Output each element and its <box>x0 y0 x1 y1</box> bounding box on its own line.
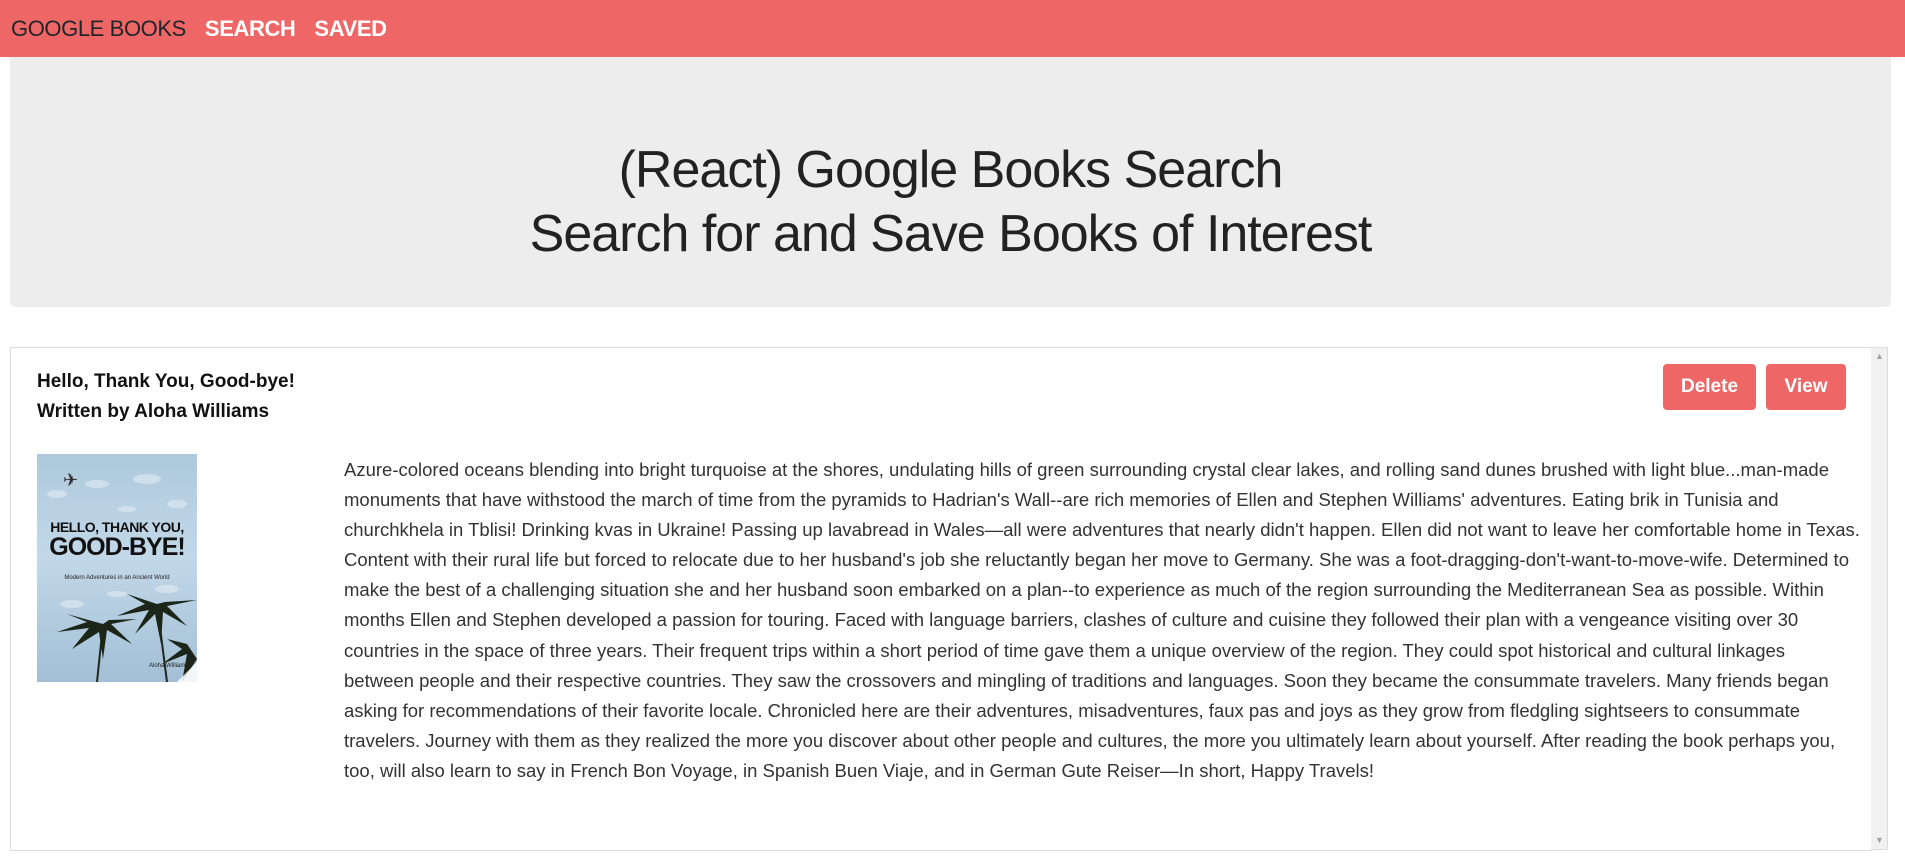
cover-title-line2: GOOD-BYE! <box>49 533 185 561</box>
cover-art <box>47 474 197 682</box>
book-author: Written by Aloha Williams <box>37 401 270 422</box>
view-button[interactable]: View <box>1766 364 1846 410</box>
book-cover-image: ✈ HELLO, THANK YOU, GOOD-BYE! Modern Adv… <box>37 454 197 682</box>
jumbotron-header: (React) Google Books Search Search for a… <box>10 57 1891 307</box>
page-title-line1: (React) Google Books Search <box>618 141 1284 199</box>
card-scrollbar[interactable]: ▲ ▼ <box>1871 347 1888 850</box>
nav-link-saved[interactable]: SAVED <box>314 16 387 42</box>
saved-book-card: Hello, Thank You, Good-bye! Written by A… <box>10 347 1872 851</box>
book-heading: Hello, Thank You, Good-bye! Written by A… <box>37 367 295 427</box>
navbar: GOOGLE BOOKS SEARCH SAVED <box>0 0 1905 57</box>
book-title: Hello, Thank You, Good-bye! <box>37 371 295 392</box>
nav-link-search[interactable]: SEARCH <box>205 16 296 42</box>
cover-author: Aloha Williams <box>149 663 189 669</box>
page-title-line2: Search for and Save Books of Interest <box>529 205 1373 263</box>
cover-subtitle: Modern Adventures in an Ancient World <box>64 575 170 581</box>
cover-title: HELLO, THANK YOU, GOOD-BYE! <box>37 520 197 561</box>
brand-link[interactable]: GOOGLE BOOKS <box>11 16 186 42</box>
book-description: Azure-colored oceans blending into brigh… <box>344 459 1860 781</box>
delete-button[interactable]: Delete <box>1663 364 1756 410</box>
page-title: (React) Google Books Search Search for a… <box>10 138 1891 266</box>
chevron-up-icon[interactable]: ▲ <box>1871 348 1888 365</box>
airplane-icon: ✈ <box>63 470 79 490</box>
chevron-down-icon[interactable]: ▼ <box>1871 832 1888 849</box>
